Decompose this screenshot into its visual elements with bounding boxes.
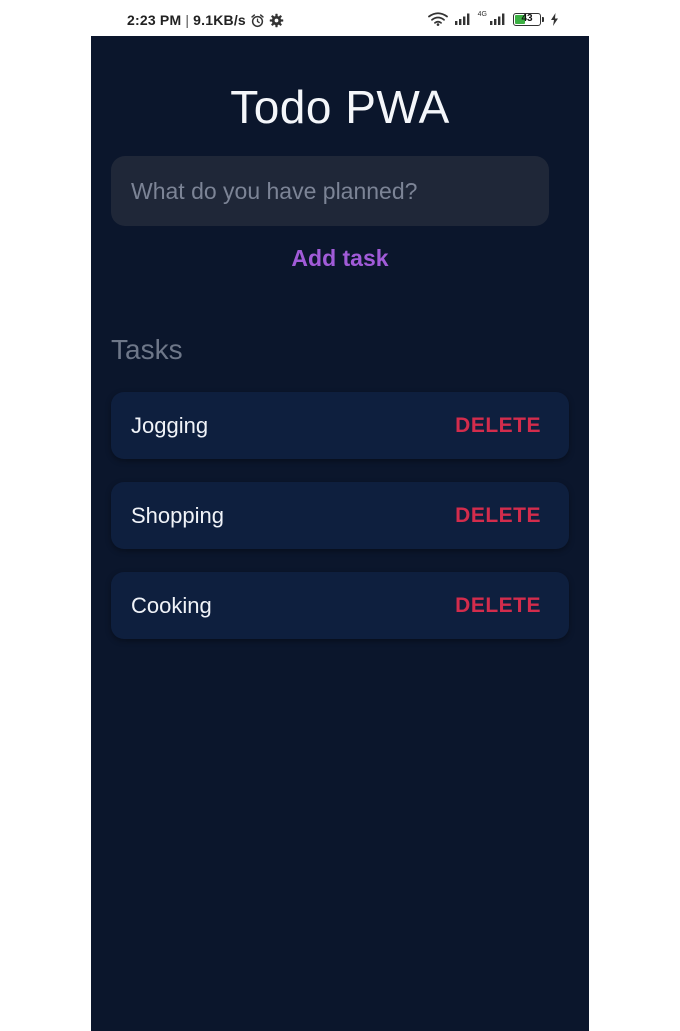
app-screen: Todo PWA Add task Tasks Jogging DELETE S… — [91, 36, 589, 1031]
status-left: 2:23 PM | 9.1KB/s — [127, 12, 284, 28]
add-task-button[interactable]: Add task — [270, 242, 410, 274]
task-name: Shopping — [131, 502, 224, 528]
network-type: 4G — [477, 10, 487, 18]
battery-icon: 43 — [513, 12, 544, 26]
tasks-heading: Tasks — [111, 334, 183, 365]
network-speed: 9.1KB/s — [193, 12, 246, 28]
signal-4g-icon — [489, 13, 507, 25]
alarm-icon — [250, 13, 265, 28]
settings-icon — [269, 13, 284, 28]
wifi-icon — [427, 12, 448, 26]
app-title: Todo PWA — [230, 81, 450, 133]
delete-button[interactable]: DELETE — [455, 414, 541, 438]
battery-level: 43 — [521, 12, 533, 24]
status-bar: 2:23 PM | 9.1KB/s 4G 43 — [91, 0, 589, 36]
delete-button[interactable]: DELETE — [455, 594, 541, 618]
task-name: Jogging — [131, 412, 209, 438]
battery-cap — [542, 16, 544, 22]
task-list: Jogging DELETE Shopping DELETE Cooking D… — [111, 392, 569, 662]
signal-icon — [454, 13, 472, 25]
task-item: Cooking DELETE — [111, 572, 569, 639]
delete-button[interactable]: DELETE — [455, 504, 541, 528]
task-name: Cooking — [131, 592, 212, 618]
status-right: 4G 43 — [427, 10, 559, 26]
battery-body: 43 — [513, 12, 541, 26]
task-input[interactable] — [111, 156, 549, 226]
task-item: Jogging DELETE — [111, 392, 569, 459]
charging-icon — [550, 12, 559, 26]
status-time: 2:23 PM — [127, 12, 182, 28]
status-separator: | — [185, 12, 190, 28]
task-item: Shopping DELETE — [111, 482, 569, 549]
